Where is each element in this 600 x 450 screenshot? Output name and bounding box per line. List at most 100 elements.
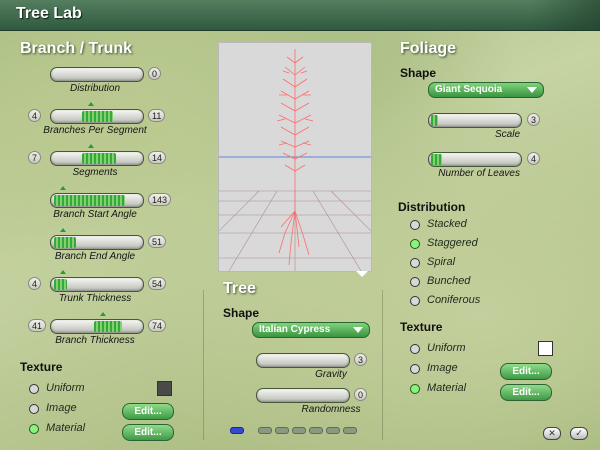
slider-label: Scale <box>494 129 520 140</box>
slider-label: Randomness <box>301 404 361 415</box>
slider-label: Segments <box>72 167 118 178</box>
page-dot[interactable] <box>326 427 340 434</box>
foliage-shape-value: Giant Sequoia <box>435 84 503 95</box>
tree-slider-track[interactable] <box>256 353 350 368</box>
foliage-texture-radio[interactable] <box>410 364 420 374</box>
slider-fill <box>431 154 443 165</box>
close-icon: ✕ <box>548 428 556 438</box>
slider-max-value: 0 <box>354 388 368 401</box>
slider-label: Branch End Angle <box>54 251 136 262</box>
tree-shape-value: Italian Cypress <box>259 324 331 335</box>
slider-marker-icon <box>60 228 66 232</box>
branch-slider-track[interactable] <box>50 151 144 166</box>
distribution-radio[interactable] <box>410 296 420 306</box>
slider-max-value: 3 <box>527 113 541 126</box>
left-separator <box>203 290 204 440</box>
distribution-radio[interactable] <box>410 258 420 268</box>
foliage-image-edit-button[interactable]: Edit... <box>500 363 552 380</box>
foliage-shape-dropdown[interactable]: Giant Sequoia <box>428 82 544 98</box>
branch-texture-radio[interactable] <box>29 384 39 394</box>
slider-fill <box>81 153 117 164</box>
branch-material-edit-button[interactable]: Edit... <box>122 424 174 441</box>
checkmark-icon: ✓ <box>575 428 583 438</box>
branch-slider-track[interactable] <box>50 277 144 292</box>
slider-max-value: 3 <box>354 353 368 366</box>
slider-label: Branches Per Segment <box>43 125 147 136</box>
page-dot[interactable] <box>343 427 357 434</box>
ok-button[interactable]: ✓ <box>570 427 588 440</box>
slider-max-value: 74 <box>148 319 167 332</box>
slider-label: Branch Thickness <box>55 335 135 346</box>
branch-slider-track[interactable] <box>50 319 144 334</box>
window-title: Tree Lab <box>16 5 82 22</box>
branch-trunk-heading: Branch / Trunk <box>20 40 133 57</box>
page-dot[interactable] <box>230 427 244 434</box>
page-dot[interactable] <box>275 427 289 434</box>
branch-texture-radio[interactable] <box>29 424 39 434</box>
branch-slider-track[interactable] <box>50 67 144 82</box>
right-separator <box>382 290 383 440</box>
foliage-texture-option-label: Uniform <box>427 342 466 354</box>
cancel-button[interactable]: ✕ <box>543 427 561 440</box>
slider-label: Trunk Thickness <box>58 293 132 304</box>
slider-min-value: 7 <box>28 151 42 164</box>
branch-texture-option-label: Image <box>46 402 77 414</box>
branch-slider-track[interactable] <box>50 109 144 124</box>
slider-fill <box>431 115 439 126</box>
slider-marker-icon <box>100 312 107 316</box>
title-bar: Tree Lab <box>0 0 600 31</box>
slider-label: Gravity <box>315 369 347 380</box>
foliage-slider-track[interactable] <box>428 113 522 128</box>
distribution-option-label: Staggered <box>427 237 478 249</box>
tree-shape-label: Shape <box>223 306 260 320</box>
slider-fill <box>94 321 122 332</box>
viewport-resize-icon[interactable] <box>356 271 368 277</box>
slider-max-value: 51 <box>148 235 167 248</box>
slider-max-value: 54 <box>148 277 167 290</box>
slider-label: Number of Leaves <box>438 168 520 179</box>
distribution-radio[interactable] <box>410 239 420 249</box>
distribution-radio[interactable] <box>410 220 420 230</box>
distribution-option-label: Spiral <box>427 256 456 268</box>
page-dot[interactable] <box>309 427 323 434</box>
branch-image-edit-button[interactable]: Edit... <box>122 403 174 420</box>
page-dot[interactable] <box>292 427 306 434</box>
slider-marker-icon <box>60 186 66 190</box>
foliage-heading: Foliage <box>400 40 457 57</box>
slider-min-value: 4 <box>28 277 42 290</box>
chevron-down-icon <box>353 327 363 333</box>
foliage-slider-track[interactable] <box>428 152 522 167</box>
page-dot[interactable] <box>258 427 272 434</box>
distribution-option-label: Bunched <box>427 275 471 287</box>
tree-heading: Tree <box>223 280 256 297</box>
foliage-texture-heading: Texture <box>400 320 443 334</box>
branch-slider-track[interactable] <box>50 193 144 208</box>
slider-min-value: 4 <box>28 109 42 122</box>
foliage-texture-radio[interactable] <box>410 344 420 354</box>
slider-max-value: 11 <box>148 109 166 122</box>
distribution-option-label: Stacked <box>427 218 467 230</box>
foliage-texture-radio[interactable] <box>410 384 420 394</box>
distribution-radio[interactable] <box>410 277 420 287</box>
branch-texture-radio[interactable] <box>29 404 39 414</box>
slider-fill <box>81 111 113 122</box>
branch-texture-option-label: Uniform <box>46 382 85 394</box>
foliage-texture-option-label: Image <box>427 362 458 374</box>
foliage-shape-label: Shape <box>400 66 437 80</box>
slider-label: Branch Start Angle <box>53 209 137 220</box>
slider-marker-icon <box>60 270 66 274</box>
title-bar-cap <box>530 0 600 30</box>
tree-shape-dropdown[interactable]: Italian Cypress <box>252 322 370 338</box>
foliage-color-swatch[interactable] <box>538 341 553 356</box>
slider-max-value: 4 <box>527 152 541 165</box>
branch-color-swatch[interactable] <box>157 381 172 396</box>
tree-slider-track[interactable] <box>256 388 350 403</box>
tree-preview-svg <box>178 49 412 272</box>
tree-lab-window: Tree Lab Branch / Trunk 0 Distribution 4 11… <box>0 0 600 450</box>
branch-slider-track[interactable] <box>50 235 144 250</box>
slider-max-value: 143 <box>148 193 172 206</box>
foliage-texture-option-label: Material <box>427 382 467 394</box>
slider-fill <box>54 195 126 206</box>
tree-preview-viewport[interactable] <box>178 42 412 272</box>
foliage-material-edit-button[interactable]: Edit... <box>500 384 552 401</box>
